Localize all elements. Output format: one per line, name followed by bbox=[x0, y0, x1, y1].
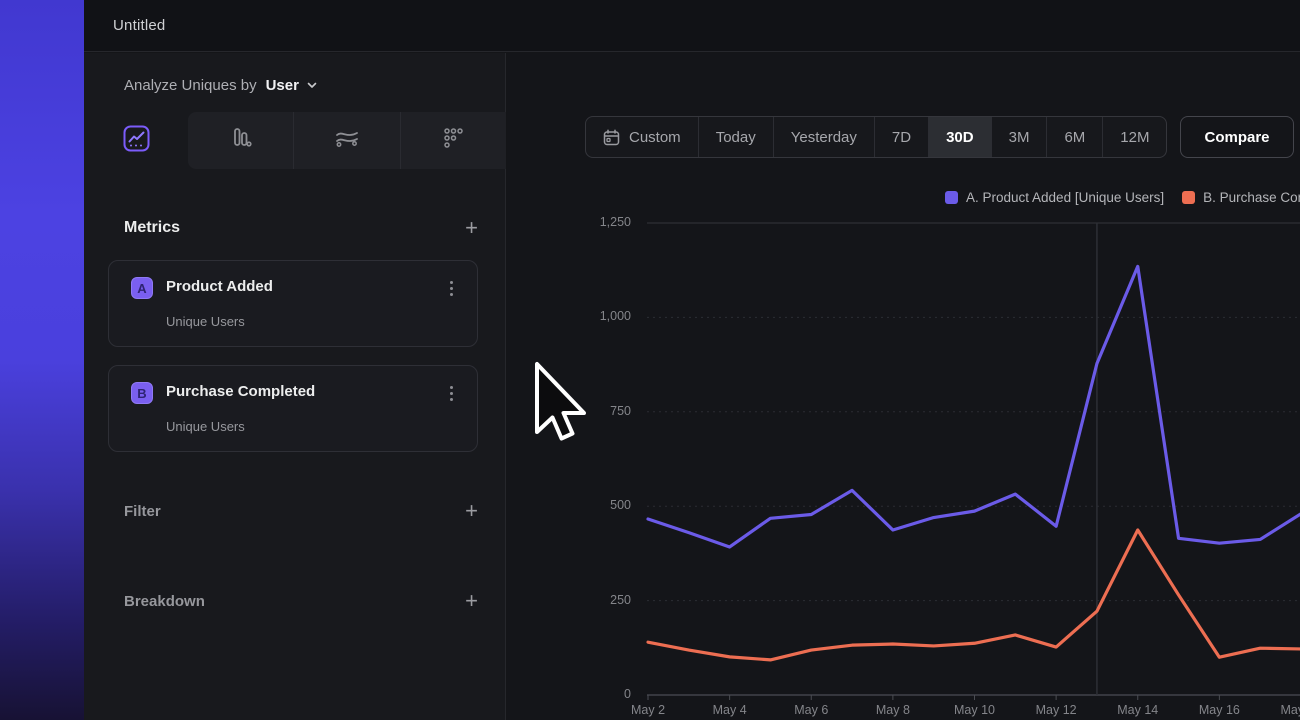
range-yesterday-button[interactable]: Yesterday bbox=[773, 117, 874, 157]
kebab-menu-icon[interactable] bbox=[442, 383, 460, 403]
add-metric-button[interactable]: + bbox=[465, 218, 478, 238]
funnel-dots-icon bbox=[440, 125, 466, 156]
background-gradient-strip bbox=[0, 0, 84, 720]
metric-card-b[interactable]: B Purchase Completed Unique Users bbox=[108, 365, 478, 452]
filter-heading: Filter bbox=[124, 503, 161, 520]
tab-bar-chart[interactable] bbox=[188, 112, 293, 169]
tab-flow[interactable] bbox=[293, 112, 399, 169]
chart-type-tabs bbox=[84, 112, 506, 169]
range-custom-button[interactable]: Custom bbox=[586, 117, 698, 157]
range-today-button[interactable]: Today bbox=[698, 117, 773, 157]
calendar-icon bbox=[603, 129, 620, 146]
top-bar: Untitled bbox=[84, 0, 1300, 52]
app-window: Untitled Analyze Uniques by User bbox=[84, 0, 1300, 720]
metric-badge-a: A bbox=[131, 277, 153, 299]
metric-measure: Unique Users bbox=[166, 419, 245, 434]
x-tick-label: May 6 bbox=[794, 703, 828, 717]
chart-panel: Custom Today Yesterday 7D 30D 3M 6M 12M … bbox=[507, 53, 1300, 720]
metrics-header: Metrics + bbox=[124, 218, 478, 238]
chart-legend: A. Product Added [Unique Users] B. Purch… bbox=[945, 190, 1300, 205]
tab-funnel[interactable] bbox=[400, 112, 506, 169]
x-tick-label: May 16 bbox=[1199, 703, 1240, 717]
y-tick-label: 0 bbox=[571, 687, 631, 701]
chevron-down-icon[interactable] bbox=[306, 79, 318, 91]
compare-button[interactable]: Compare bbox=[1180, 116, 1293, 158]
document-title: Untitled bbox=[113, 17, 165, 34]
mouse-cursor bbox=[534, 361, 588, 450]
breakdown-header: Breakdown + bbox=[124, 591, 478, 611]
x-tick-label: May 10 bbox=[954, 703, 995, 717]
add-filter-button[interactable]: + bbox=[465, 501, 478, 521]
analyze-by-value[interactable]: User bbox=[266, 77, 299, 94]
query-sidebar: Analyze Uniques by User bbox=[84, 53, 506, 720]
tab-line-chart[interactable] bbox=[84, 112, 188, 169]
range-6m-button[interactable]: 6M bbox=[1046, 117, 1102, 157]
x-tick-label: May 12 bbox=[1036, 703, 1077, 717]
filter-header: Filter + bbox=[124, 501, 478, 521]
bar-chart-icon bbox=[228, 125, 254, 156]
flow-streams-icon bbox=[333, 125, 361, 156]
line-chart-icon bbox=[123, 125, 150, 157]
legend-swatch-b bbox=[1182, 191, 1195, 204]
x-tick-label: May 8 bbox=[876, 703, 910, 717]
x-tick-label: May 14 bbox=[1117, 703, 1158, 717]
y-tick-label: 1,250 bbox=[571, 215, 631, 229]
line-chart[interactable] bbox=[647, 223, 1300, 695]
x-tick-label: May 2 bbox=[631, 703, 665, 717]
legend-label-a: A. Product Added [Unique Users] bbox=[966, 190, 1164, 205]
legend-item-b: B. Purchase Completed [Unique Users] bbox=[1182, 190, 1300, 205]
metric-measure: Unique Users bbox=[166, 314, 245, 329]
y-tick-label: 1,000 bbox=[571, 309, 631, 323]
breakdown-heading: Breakdown bbox=[124, 593, 205, 610]
date-range-bar: Custom Today Yesterday 7D 30D 3M 6M 12M … bbox=[585, 116, 1294, 158]
legend-item-a: A. Product Added [Unique Users] bbox=[945, 190, 1164, 205]
analyze-by-label: Analyze Uniques by bbox=[124, 77, 257, 94]
x-tick-label: May 18 bbox=[1281, 703, 1300, 717]
legend-swatch-a bbox=[945, 191, 958, 204]
x-tick-label: May 4 bbox=[713, 703, 747, 717]
analyze-by-row: Analyze Uniques by User bbox=[124, 73, 318, 97]
y-tick-label: 250 bbox=[571, 593, 631, 607]
legend-label-b: B. Purchase Completed [Unique Users] bbox=[1203, 190, 1300, 205]
metrics-heading: Metrics bbox=[124, 219, 180, 237]
y-tick-label: 500 bbox=[571, 498, 631, 512]
metric-badge-b: B bbox=[131, 382, 153, 404]
range-3m-button[interactable]: 3M bbox=[991, 117, 1047, 157]
screenshot-stage: Untitled Analyze Uniques by User bbox=[0, 0, 1300, 720]
add-breakdown-button[interactable]: + bbox=[465, 591, 478, 611]
date-range-group: Custom Today Yesterday 7D 30D 3M 6M 12M bbox=[585, 116, 1167, 158]
range-7d-button[interactable]: 7D bbox=[874, 117, 928, 157]
kebab-menu-icon[interactable] bbox=[442, 278, 460, 298]
inactive-tabs-group bbox=[188, 112, 506, 169]
metric-card-a[interactable]: A Product Added Unique Users bbox=[108, 260, 478, 347]
metric-name: Purchase Completed bbox=[166, 383, 315, 400]
range-12m-button[interactable]: 12M bbox=[1102, 117, 1166, 157]
range-30d-button[interactable]: 30D bbox=[928, 117, 991, 157]
metric-name: Product Added bbox=[166, 278, 273, 295]
